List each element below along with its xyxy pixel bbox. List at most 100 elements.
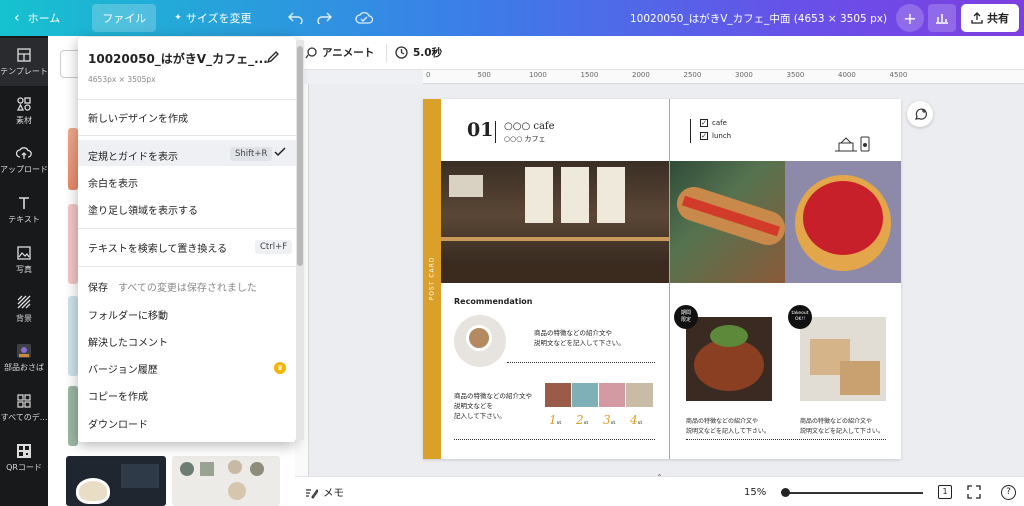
- badge-line: 期間: [680, 310, 691, 316]
- resize-button[interactable]: ✦ サイズを変更: [164, 4, 261, 32]
- rank-number: 4: [630, 413, 638, 427]
- add-icon[interactable]: +: [896, 4, 924, 32]
- takeout-photo: [800, 317, 886, 401]
- menu-make-copy[interactable]: コピーを作成: [88, 388, 148, 403]
- design-dimensions: 4653px × 3505px: [88, 75, 156, 84]
- comment-add-button[interactable]: [907, 101, 933, 127]
- notes-button[interactable]: メモ: [305, 485, 344, 500]
- upload-icon: [971, 12, 983, 24]
- check-label: lunch: [712, 132, 732, 140]
- design-title[interactable]: 10020050_はがきV_カフェ_...: [88, 50, 268, 67]
- product-desc-2: 商品の特徴などの紹介文や 説明文などを 記入して下さい。: [454, 391, 532, 421]
- product-desc-4: 商品の特徴などの紹介文や 説明文などを記入して下さい。: [800, 417, 884, 437]
- home-button[interactable]: ‹ ホーム: [4, 4, 70, 32]
- menu-find-replace[interactable]: テキストを検索して置き換える: [88, 240, 227, 255]
- menu-scrollbar-thumb[interactable]: [297, 46, 303, 266]
- rail-label: すべてのデ...: [0, 413, 48, 422]
- ranking-photo-3: [599, 383, 625, 407]
- limited-badge: 期間 限定: [674, 305, 698, 329]
- menu-new-design[interactable]: 新しいデザインを作成: [88, 110, 188, 125]
- badge-line: 限定: [680, 317, 691, 323]
- animate-icon: [305, 46, 317, 58]
- ruler-tick-label: 1500: [580, 71, 599, 79]
- checkbox-lunch: ✓ lunch: [700, 132, 731, 140]
- rail-label: 背景: [16, 314, 32, 323]
- desc-line: 説明文などを記入して下さい。: [686, 428, 770, 435]
- rail-label: 写真: [16, 265, 32, 274]
- expand-panel-chevron-icon[interactable]: ˆ: [657, 474, 662, 485]
- bottom-bar: メモ ˆ 15% 1 ?: [295, 474, 1024, 506]
- animate-button[interactable]: アニメート: [305, 45, 374, 60]
- ruler-tick-label: 2500: [683, 71, 702, 79]
- rail-label: アップロード: [0, 165, 48, 174]
- rank-suffix: st: [556, 420, 562, 426]
- template-thumbnail-coffee[interactable]: [66, 456, 166, 506]
- rank-suffix: st: [583, 420, 589, 426]
- undo-icon[interactable]: [282, 4, 310, 32]
- notes-pen-icon: [306, 488, 318, 499]
- rank-number: 3: [603, 413, 611, 427]
- rail-label: テンプレート: [0, 67, 48, 76]
- rail-elements[interactable]: 素材: [0, 87, 48, 135]
- dotted-divider: [507, 362, 655, 363]
- cafe-interior-photo: [441, 161, 669, 283]
- ranking-photo-1: [545, 383, 571, 407]
- rail-photos[interactable]: 写真: [0, 236, 48, 284]
- takeout-badge: takeout OK!!: [788, 305, 812, 329]
- file-menu-button[interactable]: ファイル: [92, 4, 157, 32]
- checkbox-divider: [690, 119, 691, 143]
- template-thumbnail[interactable]: [68, 296, 78, 376]
- document-title[interactable]: 10020050_はがきV_カフェ_中面 (4653 × 3505 px): [630, 11, 887, 26]
- menu-show-bleed[interactable]: 塗り足し領域を表示する: [88, 202, 198, 217]
- menu-download[interactable]: ダウンロード: [88, 416, 148, 431]
- zoom-value[interactable]: 15%: [744, 487, 766, 498]
- rail-qrcode[interactable]: QRコード: [0, 434, 48, 482]
- share-button[interactable]: 共有: [961, 4, 1019, 32]
- ruler-tick-label: 2000: [632, 71, 650, 79]
- template-thumbnail[interactable]: [68, 386, 78, 446]
- latte-photo: [454, 315, 506, 367]
- zoom-slider-track[interactable]: [785, 492, 923, 494]
- desc-line: 記入して下さい。: [454, 412, 506, 420]
- menu-move-folder[interactable]: フォルダーに移動: [88, 307, 168, 322]
- rail-text[interactable]: テキスト: [0, 186, 48, 234]
- menu-resolved-comments[interactable]: 解決したコメント: [88, 334, 168, 349]
- checked-box-icon: ✓: [700, 119, 708, 127]
- template-thumbnail[interactable]: [68, 204, 78, 284]
- rail-templates[interactable]: テンプレート: [0, 38, 48, 86]
- menu-show-rulers[interactable]: 定規とガイドを表示: [88, 148, 178, 163]
- ruler-tick-label: 0: [426, 71, 431, 79]
- ruler-tick-label: 3000: [735, 71, 753, 79]
- page-count-button[interactable]: 1: [938, 485, 952, 499]
- rail-all-designs[interactable]: すべてのデ...: [0, 384, 48, 432]
- fullscreen-icon[interactable]: [967, 485, 981, 502]
- top-bar: ‹ ホーム ファイル ✦ サイズを変更 10020050_はがきV_カフェ_中面…: [0, 0, 1024, 36]
- desc-line: 商品の特徴などの紹介文や: [800, 418, 873, 425]
- ranking-photo-2: [572, 383, 598, 407]
- template-thumbnail[interactable]: [68, 128, 78, 190]
- ruler-tick-label: 4500: [889, 71, 908, 79]
- clock-icon: [395, 46, 408, 59]
- menu-version-history[interactable]: バージョン履歴: [88, 361, 158, 376]
- menu-show-margins[interactable]: 余白を表示: [88, 175, 138, 190]
- postcard-side-text: POST CARD: [428, 256, 436, 301]
- duration-label: 5.0秒: [413, 47, 443, 59]
- template-thumbnail-tiles[interactable]: [172, 456, 280, 506]
- rail-parts[interactable]: 部品おさば: [0, 334, 48, 382]
- help-icon[interactable]: ?: [1001, 485, 1016, 500]
- cafe-illustration-icon: [833, 133, 871, 153]
- duration-button[interactable]: 5.0秒: [395, 45, 442, 60]
- cloud-saved-icon[interactable]: [350, 4, 378, 32]
- ruler-tick-label: 4000: [838, 71, 856, 79]
- rail-backgrounds[interactable]: 背景: [0, 285, 48, 333]
- menu-save[interactable]: 保存: [88, 279, 108, 294]
- rank-number: 1: [549, 413, 557, 427]
- ranking-photo-4: [626, 383, 653, 407]
- insights-icon[interactable]: [928, 4, 956, 32]
- edit-title-pencil-icon[interactable]: [266, 50, 280, 67]
- postcard-design[interactable]: POST CARD 01 ○○○ cafe ○○○ カフェ ✓ cafe ✓ l…: [423, 99, 901, 459]
- desc-line: 説明文などを記入して下さい。: [534, 339, 625, 347]
- zoom-slider-handle[interactable]: [781, 488, 790, 497]
- rail-uploads[interactable]: アップロード: [0, 136, 48, 184]
- redo-icon[interactable]: [310, 4, 338, 32]
